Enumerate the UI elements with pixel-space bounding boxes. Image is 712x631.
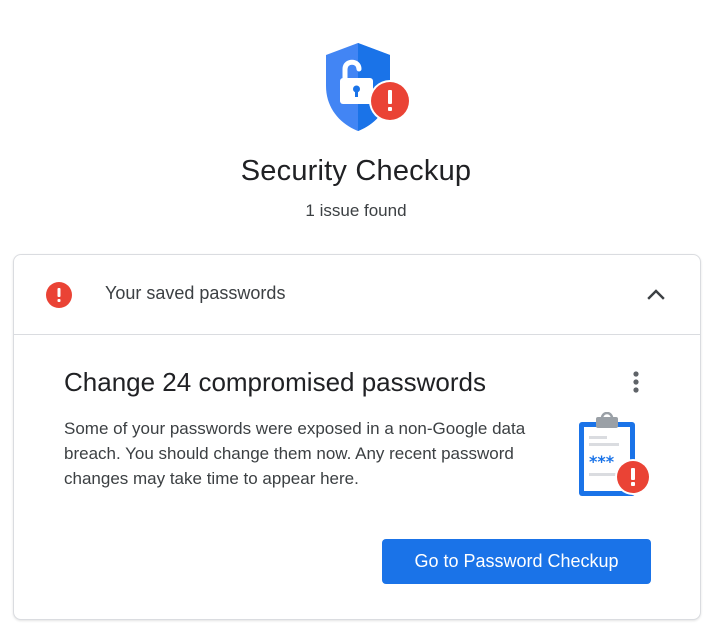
alert-icon: [46, 282, 72, 308]
compromised-passwords-title: Change 24 compromised passwords: [64, 367, 486, 397]
more-vert-icon[interactable]: [626, 369, 646, 397]
saved-passwords-section-header[interactable]: Your saved passwords: [14, 255, 700, 335]
compromised-passwords-description: Some of your passwords were exposed in a…: [64, 419, 526, 488]
security-checkup-page: Security Checkup 1 issue found Your save…: [0, 0, 712, 631]
masked-password-text: ***: [589, 452, 615, 471]
clipboard-password-alert-icon: ***: [579, 412, 651, 496]
go-to-password-checkup-button[interactable]: Go to Password Checkup: [382, 539, 651, 584]
page-title: Security Checkup: [240, 155, 472, 187]
shield-unlocked-alert-icon: [326, 43, 411, 131]
saved-passwords-card: Your saved passwords Change 24 compromis…: [13, 254, 701, 620]
issue-count: 1 issue found: [305, 201, 407, 220]
chevron-up-icon[interactable]: [644, 283, 668, 307]
section-label: Your saved passwords: [105, 283, 286, 303]
